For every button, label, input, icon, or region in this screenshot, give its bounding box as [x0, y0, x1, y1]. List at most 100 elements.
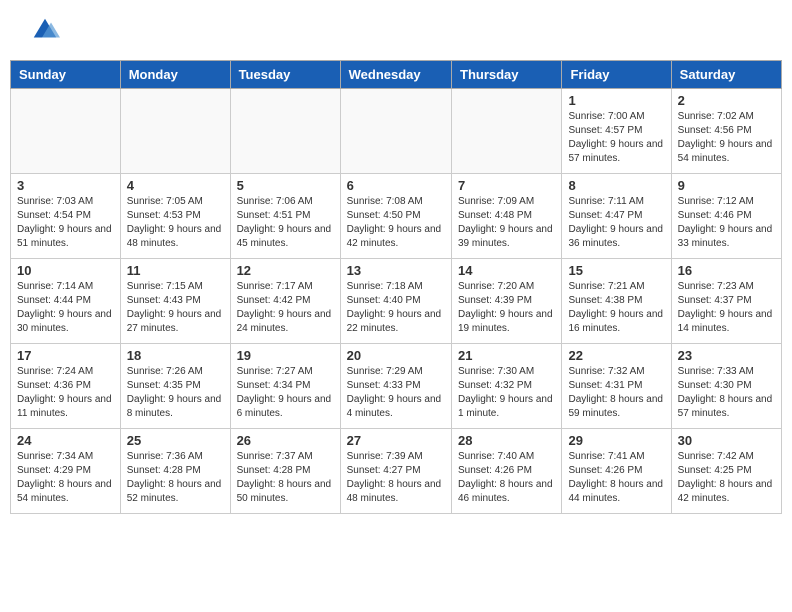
- calendar-cell: [11, 89, 121, 174]
- day-info: Sunrise: 7:12 AM Sunset: 4:46 PM Dayligh…: [678, 195, 775, 251]
- calendar-cell: 14 Sunrise: 7:20 AM Sunset: 4:39 PM Dayli…: [452, 259, 562, 344]
- calendar-cell: 30 Sunrise: 7:42 AM Sunset: 4:25 PM Dayli…: [671, 429, 781, 514]
- calendar-cell: 4Sunrise: 7:05 AM Sunset: 4:53 PM Daylig…: [120, 174, 230, 259]
- day-number: 17: [17, 348, 114, 363]
- day-number: 30: [678, 433, 775, 448]
- calendar-cell: 11 Sunrise: 7:15 AM Sunset: 4:43 PM Dayli…: [120, 259, 230, 344]
- calendar-cell: 6 Sunrise: 7:08 AM Sunset: 4:50 PM Daylig…: [340, 174, 451, 259]
- calendar-cell: 5 Sunrise: 7:06 AM Sunset: 4:51 PM Daylig…: [230, 174, 340, 259]
- day-info: Sunrise: 7:18 AM Sunset: 4:40 PM Dayligh…: [347, 280, 445, 336]
- day-info: Sunrise: 7:11 AM Sunset: 4:47 PM Dayligh…: [568, 195, 664, 251]
- day-info: Sunrise: 7:17 AM Sunset: 4:42 PM Dayligh…: [237, 280, 334, 336]
- calendar-header-monday: Monday: [120, 61, 230, 89]
- day-number: 22: [568, 348, 664, 363]
- day-number: 6: [347, 178, 445, 193]
- day-number: 27: [347, 433, 445, 448]
- day-info: Sunrise: 7:06 AM Sunset: 4:51 PM Dayligh…: [237, 195, 334, 251]
- calendar-header-wednesday: Wednesday: [340, 61, 451, 89]
- day-number: 8: [568, 178, 664, 193]
- day-info: Sunrise: 7:32 AM Sunset: 4:31 PM Dayligh…: [568, 365, 664, 421]
- calendar-cell: 18 Sunrise: 7:26 AM Sunset: 4:35 PM Dayli…: [120, 344, 230, 429]
- day-number: 23: [678, 348, 775, 363]
- calendar-cell: 7 Sunrise: 7:09 AM Sunset: 4:48 PM Daylig…: [452, 174, 562, 259]
- day-number: 4: [127, 178, 224, 193]
- calendar-cell: 24 Sunrise: 7:34 AM Sunset: 4:29 PM Dayli…: [11, 429, 121, 514]
- calendar-header-friday: Friday: [562, 61, 671, 89]
- calendar-cell: 21 Sunrise: 7:30 AM Sunset: 4:32 PM Dayli…: [452, 344, 562, 429]
- day-info: Sunrise: 7:24 AM Sunset: 4:36 PM Dayligh…: [17, 365, 114, 421]
- day-info: Sunrise: 7:20 AM Sunset: 4:39 PM Dayligh…: [458, 280, 555, 336]
- day-info: Sunrise: 7:36 AM Sunset: 4:28 PM Dayligh…: [127, 450, 224, 506]
- day-number: 15: [568, 263, 664, 278]
- calendar-cell: 26Sunrise: 7:37 AM Sunset: 4:28 PM Dayli…: [230, 429, 340, 514]
- day-info: Sunrise: 7:40 AM Sunset: 4:26 PM Dayligh…: [458, 450, 555, 506]
- calendar-cell: 25 Sunrise: 7:36 AM Sunset: 4:28 PM Dayli…: [120, 429, 230, 514]
- day-number: 3: [17, 178, 114, 193]
- day-number: 12: [237, 263, 334, 278]
- calendar-cell: 9 Sunrise: 7:12 AM Sunset: 4:46 PM Daylig…: [671, 174, 781, 259]
- logo: [30, 15, 64, 45]
- day-number: 10: [17, 263, 114, 278]
- calendar-cell: 13 Sunrise: 7:18 AM Sunset: 4:40 PM Dayli…: [340, 259, 451, 344]
- calendar-week-4: 17 Sunrise: 7:24 AM Sunset: 4:36 PM Dayli…: [11, 344, 782, 429]
- day-info: Sunrise: 7:02 AM Sunset: 4:56 PM Dayligh…: [678, 110, 775, 166]
- day-info: Sunrise: 7:29 AM Sunset: 4:33 PM Dayligh…: [347, 365, 445, 421]
- calendar-cell: 16 Sunrise: 7:23 AM Sunset: 4:37 PM Dayli…: [671, 259, 781, 344]
- calendar-header-sunday: Sunday: [11, 61, 121, 89]
- day-info: Sunrise: 7:15 AM Sunset: 4:43 PM Dayligh…: [127, 280, 224, 336]
- day-number: 13: [347, 263, 445, 278]
- calendar-cell: [120, 89, 230, 174]
- calendar-cell: 17 Sunrise: 7:24 AM Sunset: 4:36 PM Dayli…: [11, 344, 121, 429]
- day-number: 20: [347, 348, 445, 363]
- day-info: Sunrise: 7:08 AM Sunset: 4:50 PM Dayligh…: [347, 195, 445, 251]
- day-number: 25: [127, 433, 224, 448]
- day-info: Sunrise: 7:03 AM Sunset: 4:54 PM Dayligh…: [17, 195, 114, 251]
- calendar-cell: 2 Sunrise: 7:02 AM Sunset: 4:56 PM Daylig…: [671, 89, 781, 174]
- day-number: 2: [678, 93, 775, 108]
- day-info: Sunrise: 7:27 AM Sunset: 4:34 PM Dayligh…: [237, 365, 334, 421]
- calendar-cell: 20 Sunrise: 7:29 AM Sunset: 4:33 PM Dayli…: [340, 344, 451, 429]
- calendar-week-5: 24 Sunrise: 7:34 AM Sunset: 4:29 PM Dayli…: [11, 429, 782, 514]
- day-info: Sunrise: 7:09 AM Sunset: 4:48 PM Dayligh…: [458, 195, 555, 251]
- day-number: 7: [458, 178, 555, 193]
- day-info: Sunrise: 7:14 AM Sunset: 4:44 PM Dayligh…: [17, 280, 114, 336]
- calendar-cell: [230, 89, 340, 174]
- day-info: Sunrise: 7:41 AM Sunset: 4:26 PM Dayligh…: [568, 450, 664, 506]
- day-info: Sunrise: 7:37 AM Sunset: 4:28 PM Dayligh…: [237, 450, 334, 506]
- calendar-cell: 27 Sunrise: 7:39 AM Sunset: 4:27 PM Dayli…: [340, 429, 451, 514]
- day-number: 9: [678, 178, 775, 193]
- day-info: Sunrise: 7:34 AM Sunset: 4:29 PM Dayligh…: [17, 450, 114, 506]
- day-number: 21: [458, 348, 555, 363]
- calendar-table: SundayMondayTuesdayWednesdayThursdayFrid…: [10, 60, 782, 514]
- day-number: 18: [127, 348, 224, 363]
- calendar-cell: 10 Sunrise: 7:14 AM Sunset: 4:44 PM Dayli…: [11, 259, 121, 344]
- calendar-cell: 22 Sunrise: 7:32 AM Sunset: 4:31 PM Dayli…: [562, 344, 671, 429]
- calendar-header-tuesday: Tuesday: [230, 61, 340, 89]
- calendar-cell: [340, 89, 451, 174]
- day-info: Sunrise: 7:39 AM Sunset: 4:27 PM Dayligh…: [347, 450, 445, 506]
- calendar-header-saturday: Saturday: [671, 61, 781, 89]
- calendar-cell: 3 Sunrise: 7:03 AM Sunset: 4:54 PM Daylig…: [11, 174, 121, 259]
- day-number: 16: [678, 263, 775, 278]
- day-number: 5: [237, 178, 334, 193]
- day-number: 24: [17, 433, 114, 448]
- calendar-cell: 1Sunrise: 7:00 AM Sunset: 4:57 PM Daylig…: [562, 89, 671, 174]
- day-number: 11: [127, 263, 224, 278]
- calendar-cell: 28Sunrise: 7:40 AM Sunset: 4:26 PM Dayli…: [452, 429, 562, 514]
- calendar-cell: 19 Sunrise: 7:27 AM Sunset: 4:34 PM Dayli…: [230, 344, 340, 429]
- day-info: Sunrise: 7:23 AM Sunset: 4:37 PM Dayligh…: [678, 280, 775, 336]
- day-number: 19: [237, 348, 334, 363]
- day-info: Sunrise: 7:21 AM Sunset: 4:38 PM Dayligh…: [568, 280, 664, 336]
- day-info: Sunrise: 7:42 AM Sunset: 4:25 PM Dayligh…: [678, 450, 775, 506]
- calendar-header-row: SundayMondayTuesdayWednesdayThursdayFrid…: [11, 61, 782, 89]
- calendar-header-thursday: Thursday: [452, 61, 562, 89]
- calendar-week-2: 3 Sunrise: 7:03 AM Sunset: 4:54 PM Daylig…: [11, 174, 782, 259]
- calendar-week-3: 10 Sunrise: 7:14 AM Sunset: 4:44 PM Dayli…: [11, 259, 782, 344]
- logo-icon: [30, 15, 60, 45]
- day-info: Sunrise: 7:30 AM Sunset: 4:32 PM Dayligh…: [458, 365, 555, 421]
- day-info: Sunrise: 7:26 AM Sunset: 4:35 PM Dayligh…: [127, 365, 224, 421]
- day-number: 1: [568, 93, 664, 108]
- day-number: 14: [458, 263, 555, 278]
- calendar-cell: 8 Sunrise: 7:11 AM Sunset: 4:47 PM Daylig…: [562, 174, 671, 259]
- day-number: 29: [568, 433, 664, 448]
